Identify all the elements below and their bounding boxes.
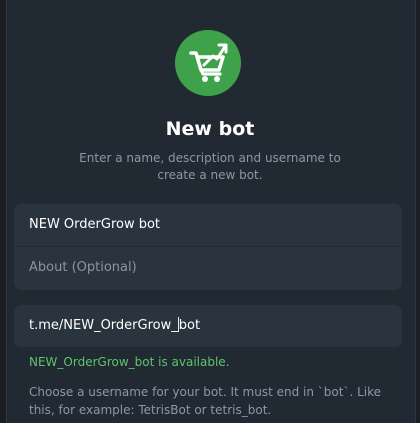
bot-info-fields: NEW OrderGrow bot About (Optional) <box>14 204 402 290</box>
page-title: New bot <box>165 118 255 140</box>
page-subtitle: Enter a name, description and username t… <box>79 151 341 182</box>
bot-logo <box>175 30 241 96</box>
username-field-group: t.me/NEW_OrderGrow_bot <box>14 305 402 347</box>
username-text-after-caret: bot <box>178 318 201 333</box>
username-available-status: NEW_OrderGrow_bot is available. <box>29 355 230 369</box>
shopping-cart-growth-icon <box>189 43 228 82</box>
bot-name-input[interactable]: NEW OrderGrow bot <box>14 204 402 246</box>
username-text-before-caret: t.me/NEW_OrderGrow_ <box>29 318 178 333</box>
about-input[interactable]: About (Optional) <box>14 247 402 289</box>
username-hint: Choose a username for your bot. It must … <box>29 385 382 417</box>
username-input[interactable]: t.me/NEW_OrderGrow_bot <box>14 305 402 347</box>
